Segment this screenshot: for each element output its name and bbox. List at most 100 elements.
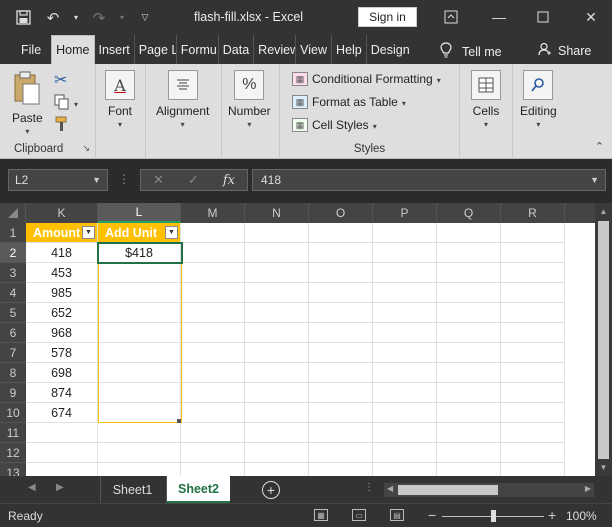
row-header-13[interactable]: 13 <box>0 463 26 476</box>
editing-button[interactable]: Editing ▾ <box>520 70 557 129</box>
cell-k10[interactable]: 674 <box>26 403 98 423</box>
cell-m4[interactable] <box>181 283 245 303</box>
expand-formula-bar-icon[interactable]: ▼ <box>590 175 599 185</box>
scroll-left-icon[interactable]: ◀ <box>387 484 393 493</box>
zoom-slider-thumb[interactable] <box>491 510 496 522</box>
sheet-tab-sheet1[interactable]: Sheet1 <box>100 476 164 503</box>
column-header-l[interactable]: L <box>98 203 181 223</box>
scroll-up-icon[interactable]: ▲ <box>598 207 609 219</box>
zoom-out-icon[interactable]: − <box>428 507 436 523</box>
cell-o6[interactable] <box>309 323 373 343</box>
cells-button[interactable]: Cells ▾ <box>471 70 501 129</box>
column-header-q[interactable]: Q <box>437 203 501 223</box>
column-header-o[interactable]: O <box>309 203 373 223</box>
cell-n1[interactable] <box>245 223 309 243</box>
cell-styles-button[interactable]: ▦ Cell Styles ▾ <box>292 118 377 132</box>
cell-m2[interactable] <box>181 243 245 263</box>
scroll-down-icon[interactable]: ▼ <box>598 463 609 475</box>
cell-l12[interactable] <box>98 443 181 463</box>
row-header-6[interactable]: 6 <box>0 323 26 343</box>
row-header-5[interactable]: 5 <box>0 303 26 323</box>
worksheet-grid[interactable]: K L M N O P Q R 1 Amount ▼ Add Unit ▼ 2 418 $41… <box>0 203 612 476</box>
cell-p4[interactable] <box>373 283 437 303</box>
format-as-table-button[interactable]: ▦ Format as Table ▾ <box>292 95 406 109</box>
cell-p11[interactable] <box>373 423 437 443</box>
customize-toolbar-icon[interactable]: ▽ <box>134 7 156 29</box>
cell-o4[interactable] <box>309 283 373 303</box>
row-header-9[interactable]: 9 <box>0 383 26 403</box>
cell-r9[interactable] <box>501 383 565 403</box>
cell-k11[interactable] <box>26 423 98 443</box>
tab-home[interactable]: Home <box>51 35 95 64</box>
row-header-11[interactable]: 11 <box>0 423 26 443</box>
add-sheet-icon[interactable]: + <box>262 481 280 499</box>
row-header-3[interactable]: 3 <box>0 263 26 283</box>
normal-view-icon[interactable]: ▦ <box>314 509 328 521</box>
cell-l1[interactable]: Add Unit ▼ <box>98 223 181 243</box>
filter-dropdown-icon[interactable]: ▼ <box>165 226 178 239</box>
cell-n2[interactable] <box>245 243 309 263</box>
tab-data[interactable]: Data <box>219 35 255 64</box>
cell-l13[interactable] <box>98 463 181 476</box>
cell-k3[interactable]: 453 <box>26 263 98 283</box>
number-button[interactable]: % Number ▾ <box>228 70 271 129</box>
cell-o11[interactable] <box>309 423 373 443</box>
paste-button[interactable]: Paste ▾ <box>12 70 43 136</box>
maximize-icon[interactable] <box>532 6 554 28</box>
cell-p12[interactable] <box>373 443 437 463</box>
cell-n6[interactable] <box>245 323 309 343</box>
cell-q1[interactable] <box>437 223 501 243</box>
cell-q2[interactable] <box>437 243 501 263</box>
cell-q4[interactable] <box>437 283 501 303</box>
cell-r7[interactable] <box>501 343 565 363</box>
page-layout-view-icon[interactable]: ▭ <box>352 509 366 521</box>
cell-m13[interactable] <box>181 463 245 476</box>
cell-q3[interactable] <box>437 263 501 283</box>
cell-o8[interactable] <box>309 363 373 383</box>
cell-r10[interactable] <box>501 403 565 423</box>
column-header-p[interactable]: P <box>373 203 437 223</box>
cell-q10[interactable] <box>437 403 501 423</box>
cell-k4[interactable]: 985 <box>26 283 98 303</box>
cell-k5[interactable]: 652 <box>26 303 98 323</box>
conditional-formatting-button[interactable]: ▦ Conditional Formatting ▾ <box>292 72 441 86</box>
cell-r13[interactable] <box>501 463 565 476</box>
name-box[interactable]: L2 ▼ <box>8 169 108 191</box>
column-header-m[interactable]: M <box>181 203 245 223</box>
cell-o10[interactable] <box>309 403 373 423</box>
cell-k6[interactable]: 968 <box>26 323 98 343</box>
column-header-n[interactable]: N <box>245 203 309 223</box>
cell-o3[interactable] <box>309 263 373 283</box>
vertical-scroll-thumb[interactable] <box>598 221 609 459</box>
cell-k13[interactable] <box>26 463 98 476</box>
select-all-corner[interactable] <box>0 203 26 223</box>
cell-r6[interactable] <box>501 323 565 343</box>
sheet-next-icon[interactable]: ▶ <box>56 482 64 493</box>
cell-p8[interactable] <box>373 363 437 383</box>
cell-r5[interactable] <box>501 303 565 323</box>
page-break-view-icon[interactable]: ▤ <box>390 509 404 521</box>
cell-m5[interactable] <box>181 303 245 323</box>
column-header-k[interactable]: K <box>26 203 98 223</box>
cell-o13[interactable] <box>309 463 373 476</box>
cell-q13[interactable] <box>437 463 501 476</box>
cell-m6[interactable] <box>181 323 245 343</box>
cell-r3[interactable] <box>501 263 565 283</box>
cell-p5[interactable] <box>373 303 437 323</box>
row-header-2[interactable]: 2 <box>0 243 26 263</box>
cell-n12[interactable] <box>245 443 309 463</box>
ribbon-display-options-icon[interactable] <box>440 6 462 28</box>
cell-p10[interactable] <box>373 403 437 423</box>
row-header-10[interactable]: 10 <box>0 403 26 423</box>
cell-q6[interactable] <box>437 323 501 343</box>
name-box-dropdown-icon[interactable]: ▼ <box>92 175 101 185</box>
tab-formulas[interactable]: Formu <box>177 35 219 64</box>
clipboard-launcher-icon[interactable]: ↘ <box>82 143 90 154</box>
cell-k2[interactable]: 418 <box>26 243 98 263</box>
tab-help[interactable]: Help <box>332 35 367 64</box>
redo-dropdown-icon[interactable]: ▾ <box>118 7 126 29</box>
cell-q8[interactable] <box>437 363 501 383</box>
cell-m10[interactable] <box>181 403 245 423</box>
save-icon[interactable] <box>12 7 34 29</box>
cell-n11[interactable] <box>245 423 309 443</box>
